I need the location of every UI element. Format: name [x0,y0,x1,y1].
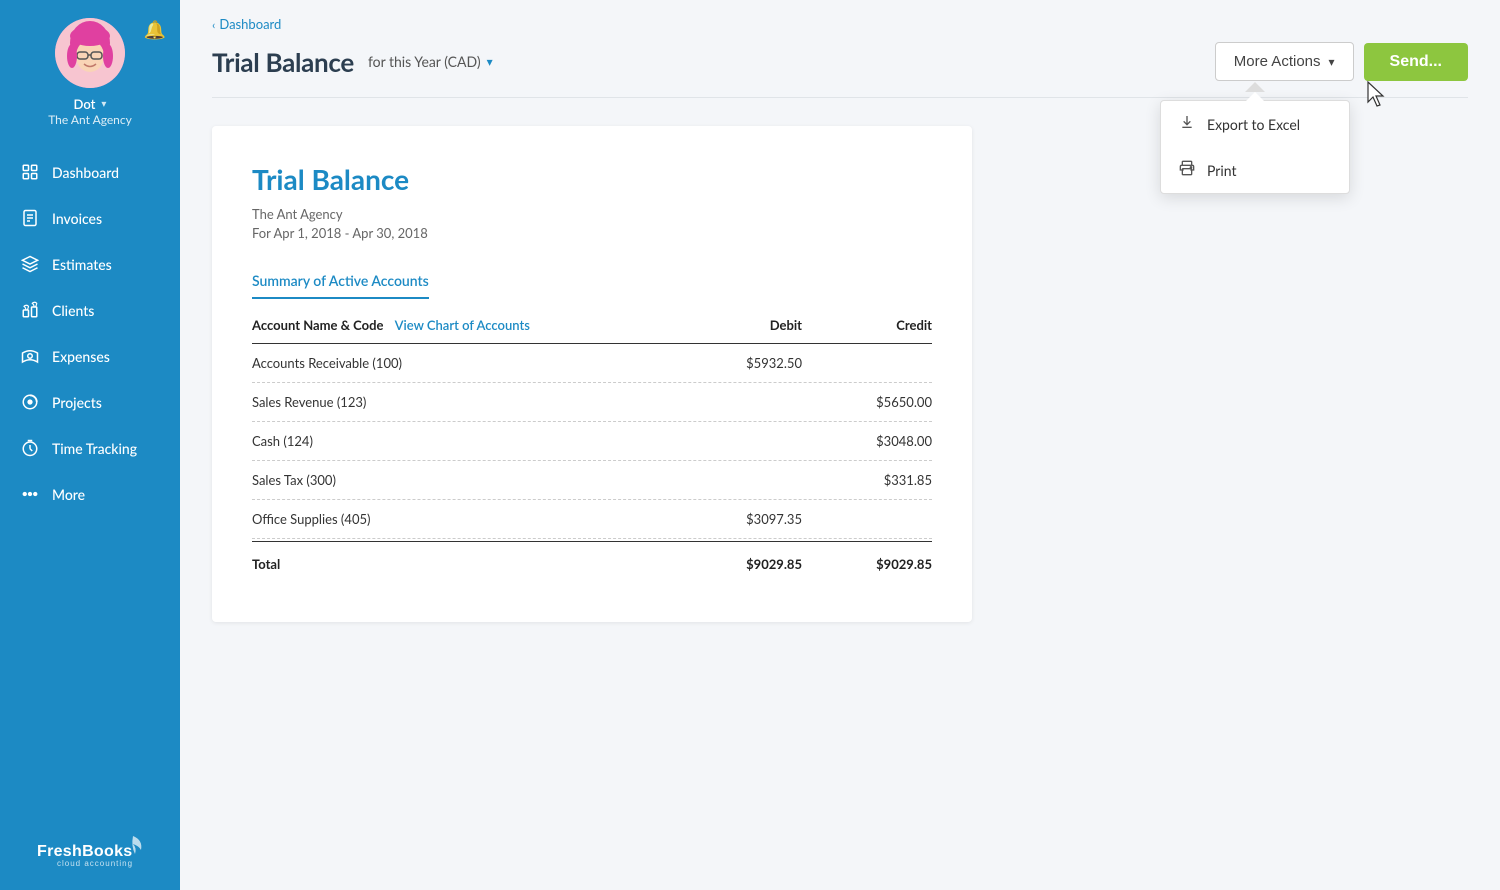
breadcrumb-label: Dashboard [219,16,281,32]
sidebar-item-time-tracking[interactable]: Time Tracking [0,425,180,471]
sidebar-item-label-dashboard: Dashboard [52,164,119,181]
table-row: Cash (124) $3048.00 [252,422,932,461]
row-account-4: Office Supplies (405) [252,511,662,527]
period-selector[interactable]: for this Year (CAD) ▾ [368,53,493,70]
more-icon [20,484,40,504]
print-icon [1179,160,1195,180]
sidebar-item-label-invoices: Invoices [52,210,102,227]
print-label: Print [1207,162,1236,179]
table-row: Sales Tax (300) $331.85 [252,461,932,500]
time-tracking-icon [20,438,40,458]
sidebar-item-label-projects: Projects [52,394,102,411]
send-label: Send... [1390,53,1442,70]
total-label: Total [252,556,662,572]
col-credit-header: Credit [802,317,932,333]
sidebar-item-estimates[interactable]: Estimates [0,241,180,287]
more-actions-chevron-icon: ▾ [1329,55,1335,69]
table-header-row: Account Name & Code View Chart of Accoun… [252,317,932,344]
sidebar-item-label-clients: Clients [52,302,94,319]
export-excel-label: Export to Excel [1207,116,1300,133]
row-credit-2: $3048.00 [802,433,932,449]
main-content: ‹ Dashboard Trial Balance for this Year … [180,0,1500,890]
breadcrumb-arrow-icon: ‹ [212,17,215,32]
sidebar-item-clients[interactable]: Clients [0,287,180,333]
sidebar-item-label-more: More [52,486,85,503]
col-account-header: Account Name & Code View Chart of Accoun… [252,317,662,333]
sidebar-nav: Dashboard Invoices Estimates Clients [0,149,180,816]
row-account-2: Cash (124) [252,433,662,449]
more-actions-dropdown: Export to Excel Print [1160,100,1350,194]
table-row: Office Supplies (405) $3097.35 [252,500,932,539]
row-debit-4: $3097.35 [662,511,802,527]
sidebar-item-dashboard[interactable]: Dashboard [0,149,180,195]
sidebar-item-label-expenses: Expenses [52,348,110,365]
row-account-0: Accounts Receivable (100) [252,355,662,371]
avatar-image [55,18,125,88]
sidebar-item-more[interactable]: More [0,471,180,517]
col-debit-header: Debit [662,317,802,333]
send-button[interactable]: Send... [1364,43,1468,81]
projects-icon [20,392,40,412]
profile-section: 🔔 Dot ▾ [0,0,180,139]
view-chart-link[interactable]: View Chart of Accounts [395,317,530,333]
sidebar: 🔔 Dot ▾ [0,0,180,890]
report-company: The Ant Agency [252,204,932,225]
download-icon [1179,114,1195,134]
breadcrumb[interactable]: ‹ Dashboard [212,16,1468,32]
clients-icon [20,300,40,320]
dashboard-icon [20,162,40,182]
more-actions-button[interactable]: More Actions ▾ [1215,42,1354,81]
row-debit-0: $5932.50 [662,355,802,371]
sidebar-item-invoices[interactable]: Invoices [0,195,180,241]
dropdown-arrow [1246,92,1264,101]
sidebar-item-label-time-tracking: Time Tracking [52,440,137,457]
page-title-group: Trial Balance for this Year (CAD) ▾ [212,46,493,78]
profile-company: The Ant Agency [48,112,132,127]
table-row: Sales Revenue (123) $5650.00 [252,383,932,422]
row-account-1: Sales Revenue (123) [252,394,662,410]
sidebar-item-projects[interactable]: Projects [0,379,180,425]
total-row: Total $9029.85 $9029.85 [252,541,932,582]
profile-dropdown-arrow-icon: ▾ [101,98,106,110]
report-title: Trial Balance [252,162,932,196]
page-header: ‹ Dashboard Trial Balance for this Year … [180,0,1500,98]
expenses-icon [20,346,40,366]
report-content-area: Trial Balance The Ant Agency For Apr 1, … [180,98,1500,890]
page-title: Trial Balance [212,46,354,78]
notification-bell-icon[interactable]: 🔔 [144,18,166,41]
period-label: for this Year (CAD) [368,53,481,70]
section-header: Summary of Active Accounts [252,271,932,299]
dropdown-item-print[interactable]: Print [1161,147,1349,193]
total-debit: $9029.85 [662,556,802,572]
report-card: Trial Balance The Ant Agency For Apr 1, … [212,126,972,622]
sidebar-footer: FreshBooks cloud accounting [19,816,161,890]
table-row: Accounts Receivable (100) $5932.50 [252,344,932,383]
page-header-row: Trial Balance for this Year (CAD) ▾ More… [212,42,1468,98]
estimates-icon [20,254,40,274]
row-credit-1: $5650.00 [802,394,932,410]
invoices-icon [20,208,40,228]
row-account-3: Sales Tax (300) [252,472,662,488]
more-actions-label: More Actions [1234,53,1321,70]
svg-text:FreshBooks: FreshBooks [37,843,132,860]
svg-text:cloud accounting: cloud accounting [57,859,133,868]
freshbooks-logo-svg: FreshBooks cloud accounting [35,832,145,870]
dropdown-item-export-excel[interactable]: Export to Excel [1161,101,1349,147]
period-dropdown-arrow-icon: ▾ [487,54,493,69]
total-credit: $9029.85 [802,556,932,572]
header-actions: More Actions ▾ Send... [1215,42,1468,81]
accounts-table: Account Name & Code View Chart of Accoun… [252,317,932,582]
report-period: For Apr 1, 2018 - Apr 30, 2018 [252,225,932,241]
row-credit-3: $331.85 [802,472,932,488]
section-title: Summary of Active Accounts [252,272,429,299]
profile-name[interactable]: Dot ▾ [74,96,107,112]
avatar[interactable] [55,18,125,88]
sidebar-item-expenses[interactable]: Expenses [0,333,180,379]
freshbooks-logo: FreshBooks cloud accounting [35,832,145,874]
sidebar-item-label-estimates: Estimates [52,256,112,273]
